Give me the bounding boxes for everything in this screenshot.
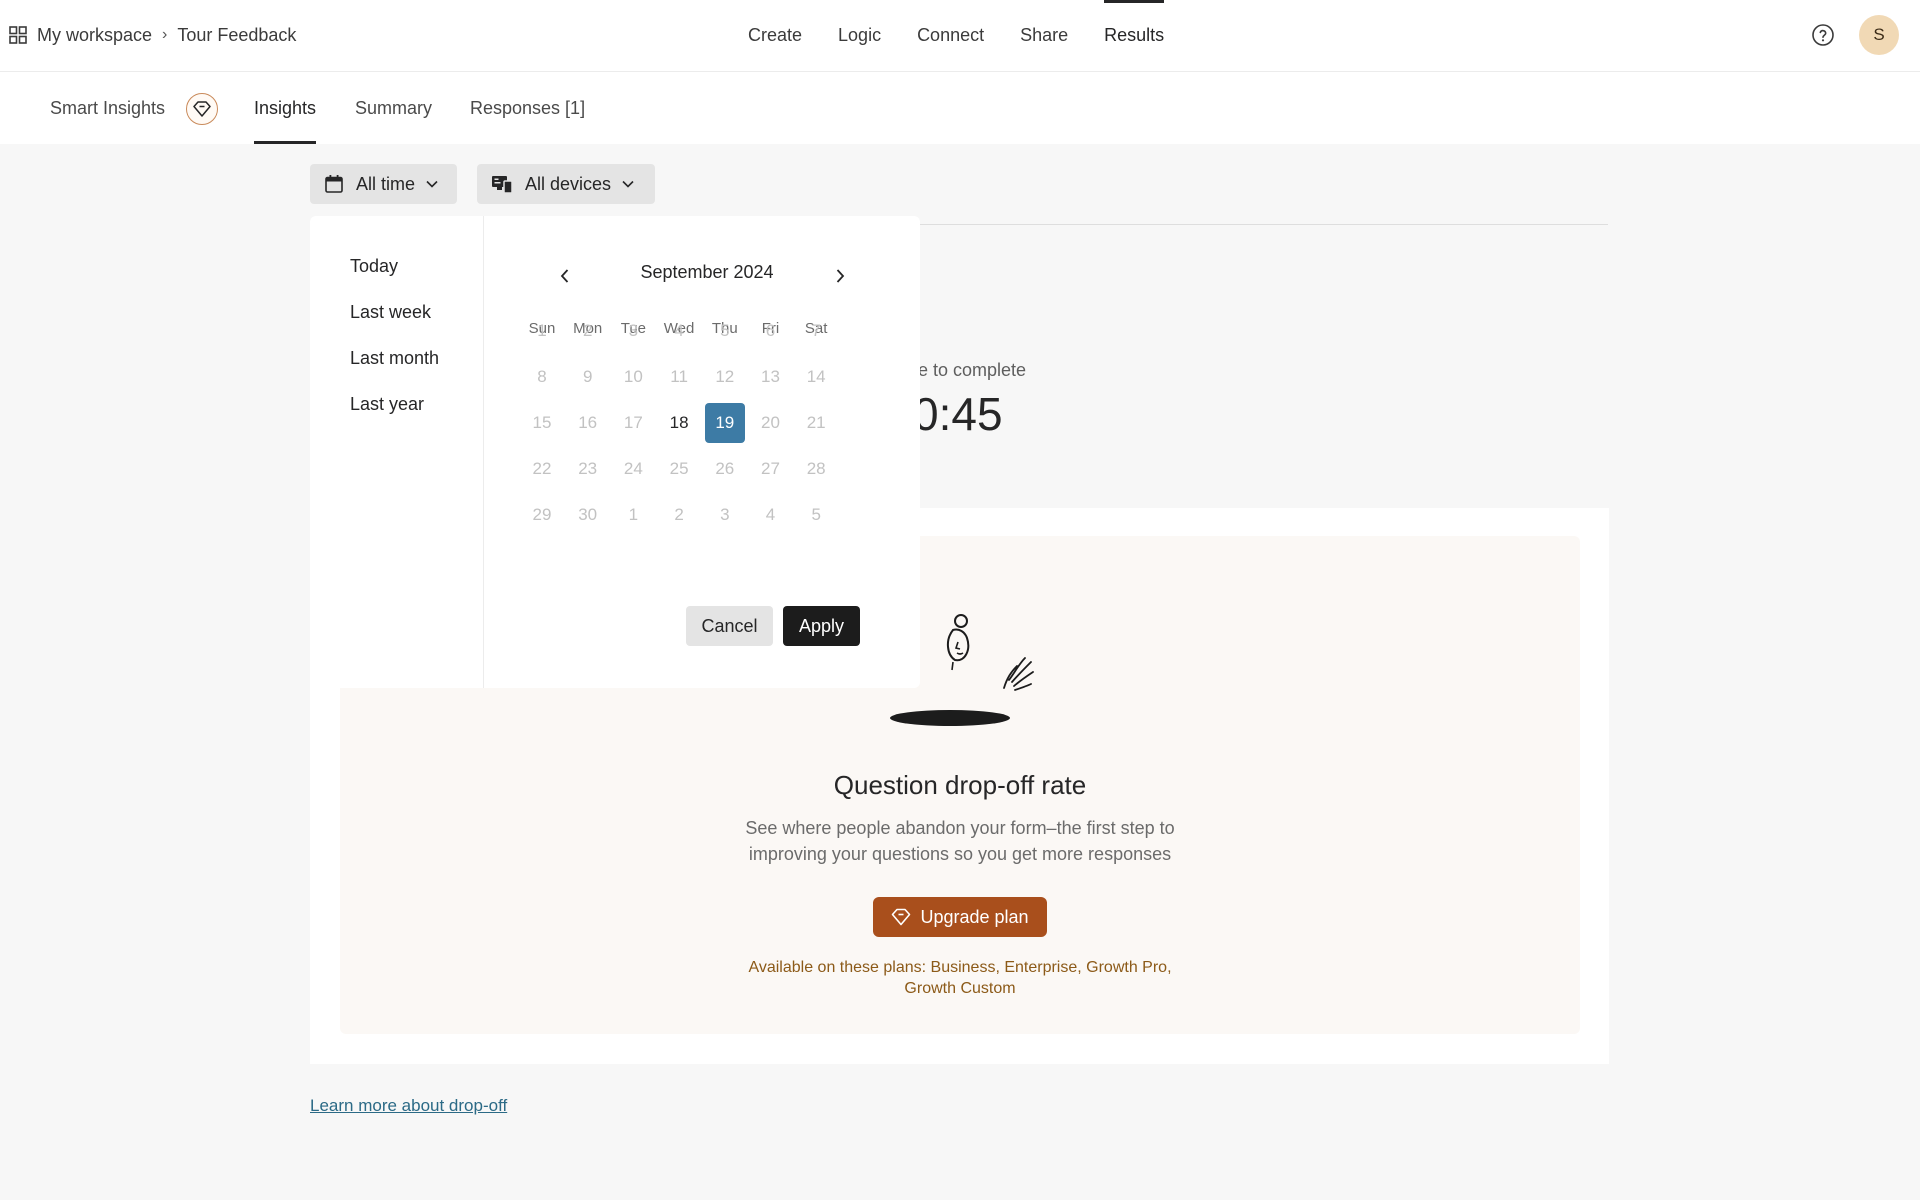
calendar-day: 5 xyxy=(720,321,730,340)
chevron-down-icon xyxy=(622,180,634,188)
diamond-icon[interactable] xyxy=(186,93,218,125)
calendar-day: 5 xyxy=(811,505,821,524)
nav-create[interactable]: Create xyxy=(730,0,820,72)
calendar-day: 4 xyxy=(765,505,776,524)
breadcrumb-workspace[interactable]: My workspace xyxy=(37,25,152,46)
section-divider xyxy=(920,224,1608,225)
dropoff-description: See where people abandon your form–the f… xyxy=(745,818,1175,864)
stat-label: e to complete xyxy=(918,360,1027,380)
nav-share[interactable]: Share xyxy=(1002,0,1086,72)
calendar-day: 1 xyxy=(537,321,547,340)
chevron-right-icon[interactable] xyxy=(828,264,852,288)
breadcrumb-form[interactable]: Tour Feedback xyxy=(177,25,296,46)
chevron-left-icon[interactable] xyxy=(553,264,577,288)
calendar-day: 11 xyxy=(670,367,688,386)
calendar-day: 9 xyxy=(582,367,593,386)
device-filter-label: All devices xyxy=(525,173,612,194)
calendar-day: 27 xyxy=(761,459,780,478)
dropoff-title: Question drop-off rate xyxy=(833,770,1087,800)
calendar-day: 3 xyxy=(628,321,639,340)
calendar-day: 25 xyxy=(669,459,689,478)
calendar-day: 10 xyxy=(623,367,643,386)
calendar-day: 8 xyxy=(537,367,547,386)
date-presets: Today Last week Last month Last year xyxy=(310,216,484,688)
breadcrumb: My workspace › Tour Feedback xyxy=(8,22,296,48)
calendar-day: 4 xyxy=(674,321,684,340)
calendar-day: 3 xyxy=(720,505,730,524)
help-icon[interactable] xyxy=(1811,23,1835,47)
devices-icon xyxy=(492,176,513,194)
calendar-day-selected[interactable]: 19 xyxy=(704,403,745,443)
apply-button[interactable]: Apply xyxy=(783,606,860,646)
chevron-down-icon xyxy=(426,180,438,188)
calendar-day: 1 xyxy=(628,505,639,524)
calendar-day: 28 xyxy=(806,459,826,478)
calendar-day: 21 xyxy=(806,413,826,432)
calendar-day: 13 xyxy=(761,367,780,386)
calendar-icon xyxy=(325,175,343,193)
calendar-day: 2 xyxy=(582,321,593,340)
main-nav: Create Logic Connect Share Results xyxy=(730,0,1182,72)
available-plans-text: Available on these plans: Business, Ente… xyxy=(748,959,1172,997)
calendar-day: 29 xyxy=(532,505,552,524)
grid-icon[interactable] xyxy=(8,25,28,45)
preset-last-week[interactable]: Last week xyxy=(350,302,431,323)
chevron-right-icon: › xyxy=(162,26,168,43)
tab-insights[interactable]: Insights xyxy=(254,72,317,144)
calendar-day: 24 xyxy=(623,459,643,478)
diamond-icon xyxy=(892,908,911,926)
date-range-picker: Today Last week Last month Last year Sep… xyxy=(310,216,920,688)
calendar-day: 23 xyxy=(578,459,598,478)
nav-results[interactable]: Results xyxy=(1086,0,1182,72)
calendar-day: 17 xyxy=(623,413,643,432)
stat-value: 0:45 xyxy=(913,388,1003,440)
nav-connect[interactable]: Connect xyxy=(899,0,1002,72)
upgrade-plan-label: Upgrade plan xyxy=(920,906,1029,927)
calendar-day: 20 xyxy=(761,413,780,432)
calendar-day: 6 xyxy=(765,321,776,340)
time-filter-dropdown[interactable]: All time xyxy=(310,164,457,204)
time-filter-label: All time xyxy=(356,173,416,194)
results-tabs: Smart Insights Insights Summary Response… xyxy=(0,72,1920,144)
calendar-day: 16 xyxy=(578,413,598,432)
calendar-day: 2 xyxy=(674,505,684,524)
calendar-month-title: September 2024 xyxy=(640,262,774,282)
calendar-day: 15 xyxy=(532,413,552,432)
calendar-day: 14 xyxy=(806,367,826,386)
preset-today[interactable]: Today xyxy=(350,256,398,277)
calendar-day: 7 xyxy=(811,321,821,340)
tab-summary[interactable]: Summary xyxy=(355,72,432,144)
upgrade-plan-button[interactable]: Upgrade plan xyxy=(873,897,1047,937)
calendar-day: 22 xyxy=(532,459,552,478)
nav-logic[interactable]: Logic xyxy=(820,0,899,72)
calendar-day[interactable]: 18 xyxy=(659,403,699,443)
device-filter-dropdown[interactable]: All devices xyxy=(477,164,655,204)
cancel-button[interactable]: Cancel xyxy=(686,606,773,646)
calendar-day: 30 xyxy=(578,505,598,524)
tab-responses[interactable]: Responses [1] xyxy=(470,72,585,144)
learn-more-link[interactable]: Learn more about drop-off xyxy=(310,1096,507,1116)
preset-last-month[interactable]: Last month xyxy=(350,348,439,369)
preset-last-year[interactable]: Last year xyxy=(350,394,424,415)
top-navigation: My workspace › Tour Feedback Create Logi… xyxy=(0,0,1920,72)
tab-smart-insights[interactable]: Smart Insights xyxy=(50,72,165,144)
calendar-day: 26 xyxy=(715,459,735,478)
avatar[interactable]: S xyxy=(1859,15,1899,55)
calendar-day: 12 xyxy=(715,367,735,386)
